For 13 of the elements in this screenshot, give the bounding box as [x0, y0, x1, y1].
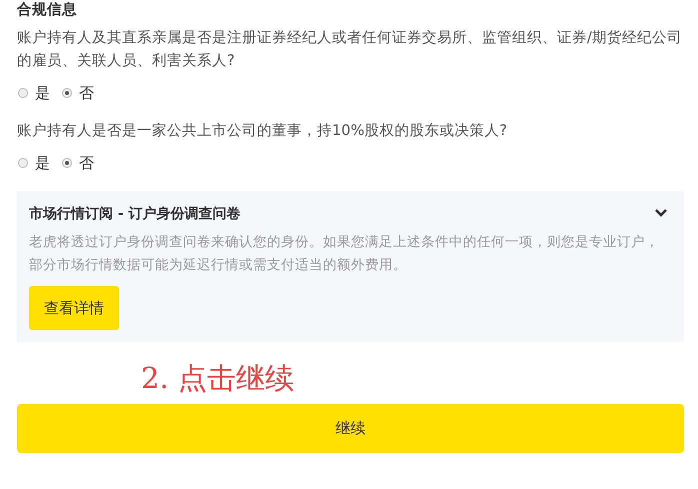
- continue-button[interactable]: 继续: [17, 404, 684, 453]
- annotation-text: 2. 点击继续: [141, 360, 295, 397]
- details-button[interactable]: 查看详情: [29, 286, 119, 330]
- chevron-down-icon[interactable]: [654, 208, 668, 218]
- radio-option[interactable]: 是: [18, 154, 50, 172]
- section-title: 合规信息: [17, 0, 78, 20]
- radio-option[interactable]: 是: [18, 84, 50, 102]
- radio-option[interactable]: 否: [62, 154, 94, 172]
- question-text: 账户持有人及其直系亲属是否是注册证券经纪人或者任何证券交易所、监管组织、证券/期货经纪公司的雇员、关联人员、利害关系人?: [17, 28, 683, 71]
- radio-option[interactable]: 否: [62, 84, 94, 102]
- panel-title: 市场行情订阅 - 订户身份调查问卷: [29, 205, 241, 223]
- panel-description: 老虎将透过订户身份调查问卷来确认您的身份。如果您满足上述条件中的任何一项，则您是专业订户，部分市场行情数据可能为延迟行情或需支付适当的额外费用。: [29, 233, 660, 275]
- question-text: 账户持有人是否是一家公共上市公司的董事，持10%股权的股东或决策人?: [17, 121, 508, 141]
